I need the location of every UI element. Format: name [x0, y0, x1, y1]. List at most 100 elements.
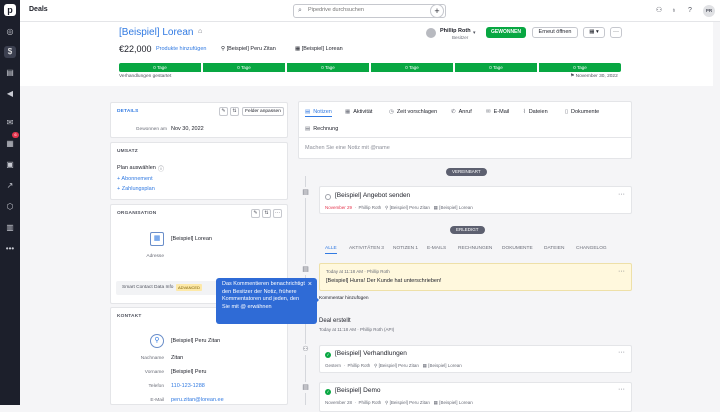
stage-segment[interactable]: 0 Tage: [455, 63, 537, 72]
add-products-link[interactable]: Produkte hinzufügen: [156, 46, 206, 52]
tab-invoice[interactable]: ▤ Rechnung: [305, 124, 338, 134]
activity-user[interactable]: Phillip Roth: [359, 205, 382, 210]
add-payment-plan-link[interactable]: + Zahlungsplan: [117, 186, 155, 192]
stage-segment[interactable]: 0 Tage: [119, 63, 201, 72]
more-actions-button[interactable]: ···: [610, 27, 622, 38]
tips-bulb-icon[interactable]: ♁: [669, 6, 679, 16]
stage-segment[interactable]: 0 Tage: [371, 63, 453, 72]
marketplace-icon[interactable]: ▥: [4, 222, 16, 234]
contact-name[interactable]: [Beispiel] Peru Zitan: [171, 338, 220, 344]
scrollbar[interactable]: [713, 22, 720, 405]
note-input[interactable]: Machen Sie eine Notiz mit @name: [305, 145, 390, 151]
close-icon[interactable]: ×: [308, 281, 312, 289]
tab-call[interactable]: ✆ Anruf: [451, 107, 472, 117]
insights-chart-icon[interactable]: ↗: [4, 180, 16, 192]
activity-title[interactable]: [Beispiel] Demo: [335, 387, 381, 394]
check-icon[interactable]: ✓: [325, 352, 331, 358]
tab-documents[interactable]: ▯ Dokumente: [565, 107, 599, 117]
more-dots-icon[interactable]: ···: [618, 349, 625, 356]
search-box[interactable]: ⌕: [293, 4, 446, 18]
customize-fields-button[interactable]: Felder anpassen: [242, 107, 284, 116]
deal-person[interactable]: ⚲ [Beispiel] Peru Zitan: [221, 46, 276, 52]
more-dots-icon[interactable]: ···: [618, 268, 625, 275]
activity-person[interactable]: [Beispiel] Peru Zitan: [390, 400, 430, 405]
tab-email[interactable]: ✉ E-Mail: [486, 107, 509, 117]
tab-schedule[interactable]: ◷ Zeit vorschlagen: [389, 107, 437, 117]
target-icon[interactable]: ◎: [4, 26, 16, 38]
tab-files[interactable]: ⌇ Dateien: [523, 107, 548, 117]
contacts-icon[interactable]: ▣: [4, 159, 16, 171]
filter-documents[interactable]: DOKUMENTE: [502, 246, 533, 251]
more-dots-icon[interactable]: ···: [618, 386, 625, 393]
grid-icon: ▦ ▾: [589, 29, 599, 35]
tag-icon[interactable]: ⌂: [198, 28, 202, 35]
help-icon[interactable]: ?: [685, 6, 695, 16]
activity-person[interactable]: [Beispiel] Peru Zitan: [390, 205, 430, 210]
filter-all[interactable]: ALLE: [325, 246, 337, 254]
search-input[interactable]: [308, 7, 438, 13]
filter-changelog[interactable]: CHANGELOG: [576, 246, 607, 251]
user-avatar[interactable]: PR: [703, 5, 715, 17]
clipboard-icon[interactable]: ▤: [4, 67, 16, 79]
done-activity-card[interactable]: ✓ [Beispiel] Demo ··· November 28 · Phil…: [319, 382, 632, 412]
won-date-value[interactable]: Nov 30, 2022: [171, 126, 204, 132]
view-switch-button[interactable]: ▦ ▾: [583, 27, 605, 38]
email-link[interactable]: peru.zitan@lorean.ee: [171, 397, 224, 403]
stage-segment[interactable]: 0 Tage: [539, 63, 621, 72]
stage-segment[interactable]: 0 Tage: [203, 63, 285, 72]
activity-person[interactable]: [Beispiel] Peru Zitan: [379, 363, 419, 368]
edit-pencil-icon[interactable]: ✎: [219, 107, 228, 116]
megaphone-icon[interactable]: ◀: [4, 88, 16, 100]
reopen-button[interactable]: Erneut öffnen: [532, 27, 578, 38]
products-box-icon[interactable]: ⬡: [4, 201, 16, 213]
sort-arrows-icon[interactable]: ⇅: [262, 209, 271, 218]
more-dots-icon[interactable]: ···: [618, 191, 625, 198]
activity-title[interactable]: [Beispiel] Verhandlungen: [335, 350, 407, 357]
activity-user[interactable]: Phillip Roth: [359, 400, 382, 405]
planned-activity-card[interactable]: [Beispiel] Angebot senden ··· November 2…: [319, 186, 632, 214]
filter-invoices[interactable]: RECHNUNGEN: [458, 246, 492, 251]
owner-name[interactable]: Phillip Roth: [440, 28, 471, 34]
sort-arrows-icon[interactable]: ⇅: [230, 107, 239, 116]
activity-user[interactable]: Phillip Roth: [348, 363, 371, 368]
invite-users-icon[interactable]: ⚇: [654, 6, 664, 16]
field-value[interactable]: [Beispiel] Peru: [171, 369, 206, 375]
tab-activity[interactable]: ▦ Aktivität: [345, 107, 372, 117]
deal-value[interactable]: €22,000: [119, 44, 152, 54]
complete-checkbox[interactable]: [325, 194, 331, 200]
mail-icon[interactable]: ✉: [4, 117, 16, 129]
calendar-icon[interactable]: ▦: [4, 138, 16, 150]
stage-segment[interactable]: 0 Tage: [287, 63, 369, 72]
filter-activities[interactable]: AKTIVITÄTEN 3: [349, 246, 384, 251]
quick-add-button[interactable]: +: [430, 4, 444, 18]
organization-name[interactable]: [Beispiel] Lorean: [171, 236, 212, 242]
filter-emails[interactable]: E-MAILS: [427, 246, 446, 251]
done-activity-card[interactable]: ✓ [Beispiel] Verhandlungen ··· Gestern ·…: [319, 345, 632, 373]
owner-avatar[interactable]: [426, 28, 436, 38]
filter-notes[interactable]: NOTIZEN 1: [393, 246, 418, 251]
info-icon[interactable]: ⓘ: [158, 164, 164, 173]
note-card[interactable]: Today at 11:18 AM · Phillip Roth [Beispi…: [319, 263, 632, 291]
deal-organization[interactable]: ▦ [Beispiel] Lorean: [295, 46, 343, 52]
more-dots-icon[interactable]: ···: [273, 209, 282, 218]
add-subscription-link[interactable]: + Abonnement: [117, 176, 153, 182]
more-dots-icon[interactable]: •••: [4, 243, 16, 255]
deals-dollar-icon[interactable]: $: [4, 46, 16, 58]
add-comment-link[interactable]: Kommentar hinzufügen: [319, 296, 369, 301]
contact-title: KONTAKT: [117, 314, 142, 319]
deal-title[interactable]: [Beispiel] Lorean: [119, 27, 194, 38]
deal-person-name: [Beispiel] Peru Zitan: [226, 46, 276, 52]
activity-org[interactable]: [Beispiel] Lorean: [439, 400, 473, 405]
filter-files[interactable]: DATEIEN: [544, 246, 564, 251]
chevron-down-icon[interactable]: ▾: [473, 30, 476, 36]
field-value[interactable]: Zitan: [171, 355, 183, 361]
tooltip-text: Das Kommentieren benachrichtigt den Besi…: [222, 281, 305, 310]
activity-title[interactable]: [Beispiel] Angebot senden: [335, 192, 410, 199]
tab-notes[interactable]: ▤ Notizen: [305, 107, 332, 117]
edit-pencil-icon[interactable]: ✎: [251, 209, 260, 218]
check-icon[interactable]: ✓: [325, 389, 331, 395]
activity-org[interactable]: [Beispiel] Lorean: [439, 205, 473, 210]
phone-link[interactable]: 110-123-1288: [171, 383, 205, 389]
activity-org[interactable]: [Beispiel] Lorean: [428, 363, 462, 368]
pipedrive-logo[interactable]: p: [4, 4, 16, 16]
